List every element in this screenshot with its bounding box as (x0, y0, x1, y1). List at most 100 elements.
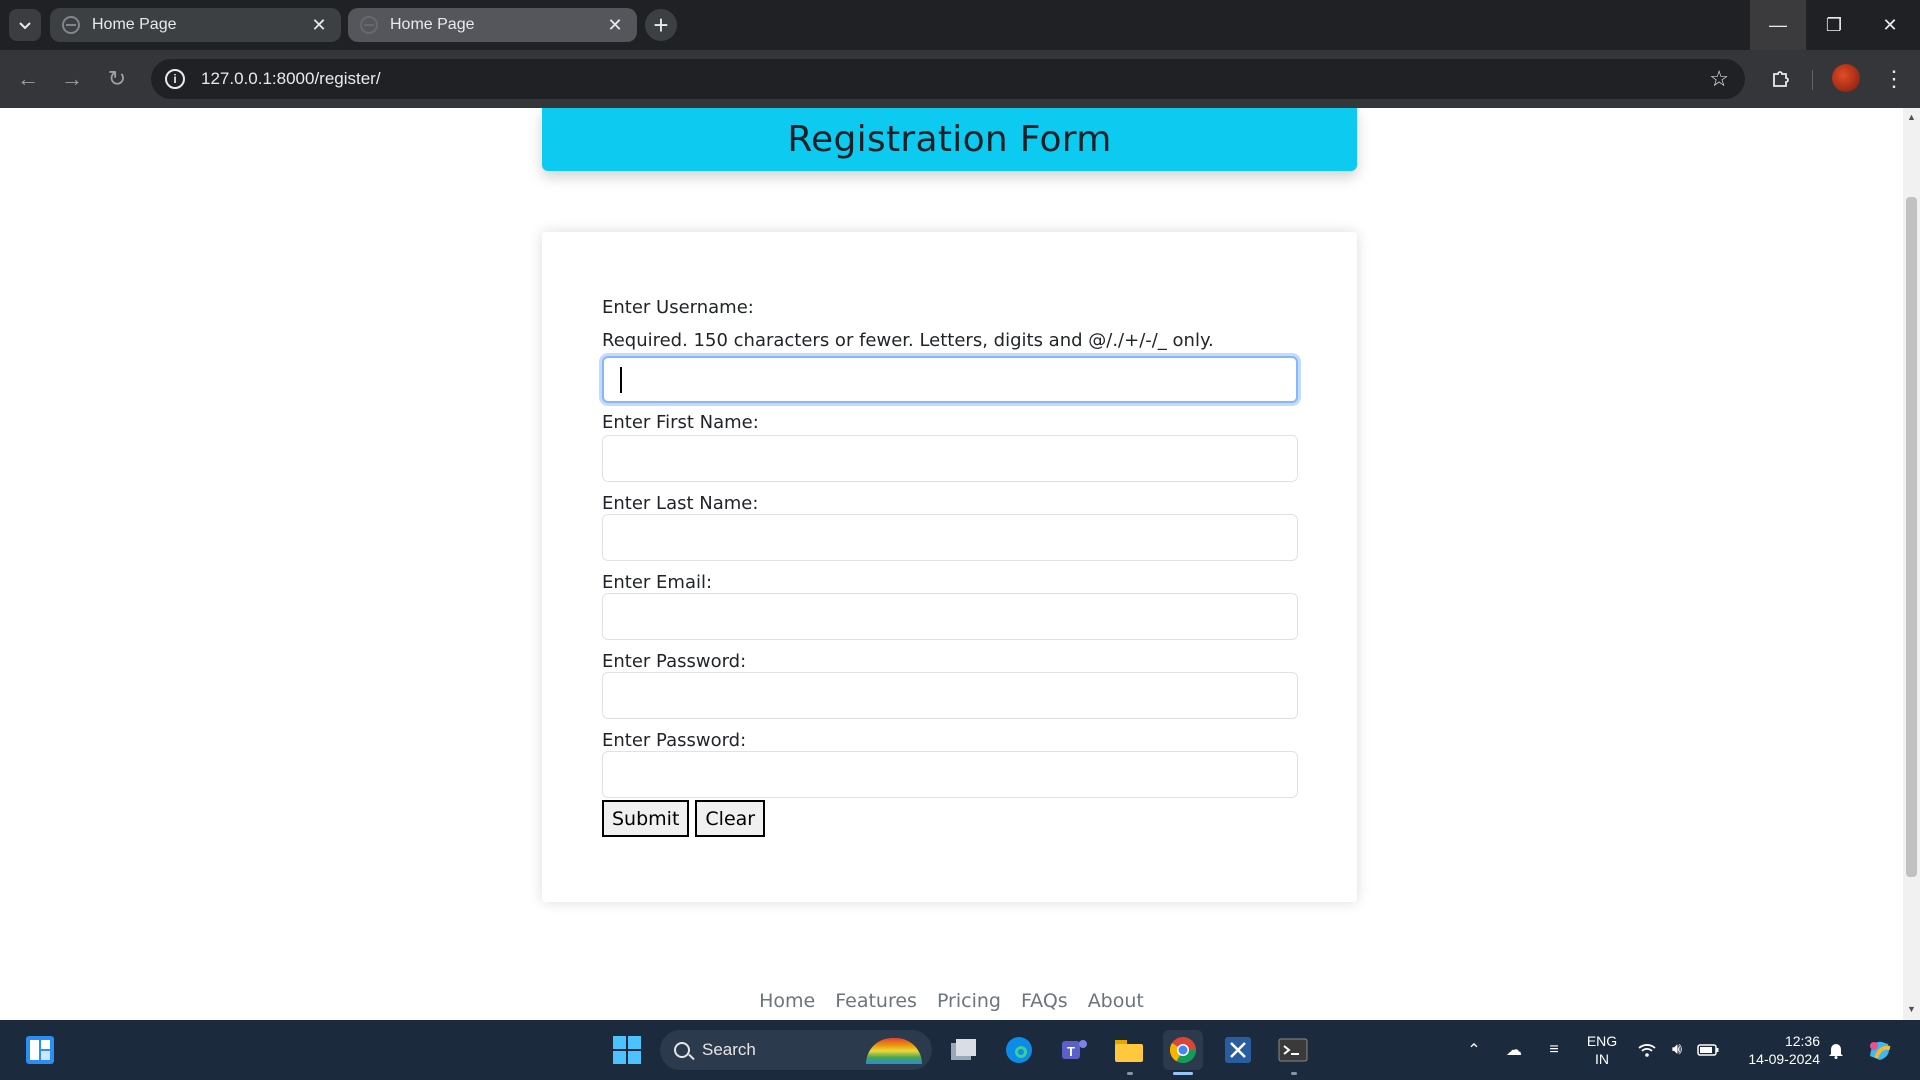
teams-icon[interactable]: T (1054, 1030, 1094, 1070)
language-code: ENG (1586, 1033, 1618, 1049)
minimize-button[interactable]: — (1750, 0, 1806, 50)
forward-button[interactable]: → (56, 63, 88, 95)
search-icon (674, 1042, 690, 1058)
reload-button[interactable]: ↻ (101, 63, 133, 95)
address-bar[interactable]: i 127.0.0.1:8000/register/ ☆ (151, 59, 1745, 99)
registration-form: Enter Username: Required. 150 characters… (602, 296, 1298, 837)
footer-link-about[interactable]: About (1088, 990, 1144, 1012)
page-viewport: Registration Form Enter Username: Requir… (0, 108, 1903, 1020)
show-hidden-icons-chevron[interactable]: ⌃ (1462, 1020, 1486, 1080)
username-help-text: Required. 150 characters or fewer. Lette… (602, 330, 1214, 351)
svg-text:T: T (1067, 1044, 1075, 1059)
search-highlight-image (866, 1038, 922, 1064)
back-button[interactable]: ← (12, 63, 44, 95)
tab-search-button[interactable] (9, 9, 41, 41)
password-confirm-input[interactable] (602, 751, 1298, 798)
footer-link-home[interactable]: Home (759, 990, 815, 1012)
copilot-icon[interactable] (1862, 1020, 1898, 1080)
last-name-input[interactable] (602, 514, 1298, 561)
email-label: Enter Email: (602, 572, 713, 593)
tab-title: Home Page (92, 16, 177, 33)
reload-icon: ↻ (107, 66, 127, 91)
tab-home-page-2[interactable]: Home Page ✕ (348, 8, 637, 42)
page-title: Registration Form (787, 119, 1112, 160)
file-explorer-icon[interactable] (1109, 1030, 1149, 1070)
onedrive-icon[interactable]: ☁ (1500, 1020, 1528, 1080)
chevron-down-icon (19, 22, 31, 30)
registration-card: Enter Username: Required. 150 characters… (542, 232, 1357, 902)
more-menu-icon[interactable]: ⋮ (1880, 64, 1908, 94)
tab-strip: Home Page ✕ Home Page ✕ + — ❐ ✕ (0, 0, 1920, 50)
clock[interactable]: 12:36 14-09-2024 (1730, 1032, 1820, 1068)
globe-icon (62, 16, 80, 34)
first-name-input[interactable] (602, 435, 1298, 482)
puzzle-icon (1773, 71, 1789, 87)
password-label: Enter Password: (602, 651, 747, 672)
username-input[interactable] (602, 356, 1298, 403)
last-name-label: Enter Last Name: (602, 493, 759, 514)
edge-icon[interactable] (999, 1030, 1039, 1070)
snipping-tool-icon[interactable] (1218, 1030, 1258, 1070)
minimize-icon: — (1769, 14, 1787, 35)
widgets-icon[interactable] (20, 1030, 60, 1070)
active-app-indicator (1173, 1072, 1193, 1075)
restore-button[interactable]: ❐ (1806, 0, 1862, 50)
site-info-icon[interactable]: i (165, 69, 185, 89)
bell-icon[interactable] (1824, 1020, 1848, 1080)
plus-icon: + (653, 9, 669, 40)
clock-time: 12:36 (1784, 1033, 1820, 1049)
running-indicator (1127, 1072, 1133, 1075)
close-icon: ✕ (1882, 14, 1898, 35)
page-header: Registration Form (542, 108, 1357, 171)
text-caret (620, 367, 622, 393)
footer-link-faqs[interactable]: FAQs (1021, 990, 1068, 1012)
username-label: Enter Username: (602, 297, 754, 318)
scroll-down-icon[interactable]: ▼ (1907, 1004, 1916, 1014)
url-text[interactable]: 127.0.0.1:8000/register/ (201, 69, 381, 89)
browser-toolbar: ← → ↻ i 127.0.0.1:8000/register/ ☆ ⋮ (0, 50, 1920, 108)
password-input[interactable] (602, 672, 1298, 719)
footer-link-pricing[interactable]: Pricing (937, 990, 1001, 1012)
close-window-button[interactable]: ✕ (1862, 0, 1918, 50)
clock-date: 14-09-2024 (1748, 1051, 1820, 1067)
clear-button[interactable]: Clear (695, 800, 766, 837)
extensions-icon[interactable] (1766, 64, 1796, 94)
forward-arrow-icon: → (61, 66, 83, 91)
tab-title: Home Page (390, 16, 475, 33)
wifi-icon[interactable] (1634, 1020, 1660, 1080)
taskbar-search[interactable]: Search (660, 1030, 932, 1070)
volume-icon[interactable]: 🔊︎ (1664, 1020, 1690, 1080)
submit-button[interactable]: Submit (602, 800, 690, 837)
region-code: IN (1595, 1051, 1609, 1067)
footer-nav: Home Features Pricing FAQs About (0, 990, 1903, 1012)
tab-home-page-1[interactable]: Home Page ✕ (50, 8, 341, 42)
scroll-thumb[interactable] (1906, 197, 1917, 877)
taskbar-search-label: Search (702, 1040, 756, 1059)
form-actions: Submit Clear (602, 800, 1298, 837)
task-view-icon[interactable] (944, 1030, 984, 1070)
password-confirm-label: Enter Password: (602, 730, 747, 751)
notification-center-icon[interactable]: ≡ (1540, 1020, 1568, 1080)
first-name-label: Enter First Name: (602, 412, 759, 433)
scroll-up-icon[interactable]: ▲ (1907, 112, 1916, 122)
terminal-icon[interactable] (1273, 1030, 1313, 1070)
bookmark-star-icon[interactable]: ☆ (1709, 66, 1729, 92)
battery-icon[interactable] (1694, 1020, 1722, 1080)
globe-icon (360, 16, 378, 34)
restore-icon: ❐ (1825, 14, 1843, 35)
footer-link-features[interactable]: Features (835, 990, 917, 1012)
running-indicator (1291, 1072, 1297, 1075)
close-tab-icon[interactable]: ✕ (309, 15, 329, 35)
chrome-icon[interactable] (1163, 1030, 1203, 1070)
toolbar-divider (1812, 70, 1813, 90)
back-arrow-icon: ← (17, 66, 39, 91)
page-scrollbar[interactable]: ▲ ▼ (1903, 108, 1920, 1020)
close-tab-icon[interactable]: ✕ (605, 15, 625, 35)
email-input[interactable] (602, 593, 1298, 640)
profile-avatar[interactable] (1832, 64, 1860, 92)
start-button[interactable] (607, 1030, 647, 1070)
language-indicator[interactable]: ENG IN (1582, 1032, 1622, 1068)
new-tab-button[interactable]: + (645, 9, 677, 41)
windows-logo-icon (613, 1036, 641, 1064)
taskbar: Search T ⌃ ☁ ≡ ENG IN 🔊︎ 12:36 14-09-202… (0, 1020, 1920, 1080)
